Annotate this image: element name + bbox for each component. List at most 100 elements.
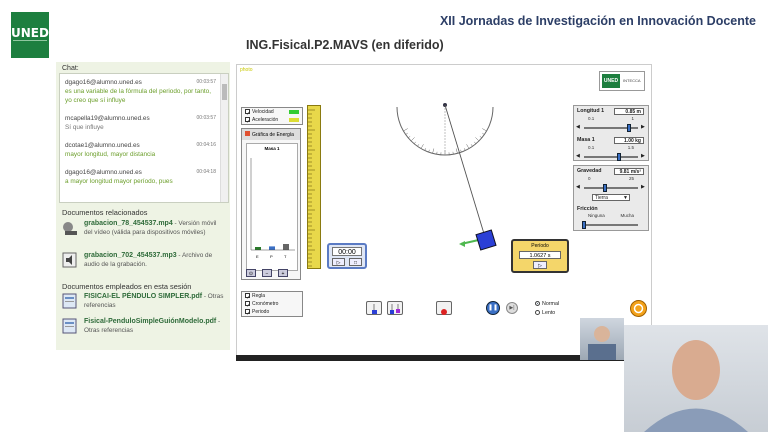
vector-options: ✓Velocidad ✓Aceleración	[241, 107, 303, 125]
step-button[interactable]: ▶|	[506, 302, 518, 314]
velocity-checkbox[interactable]: ✓	[245, 109, 250, 114]
mass-max: 1.5	[628, 145, 634, 150]
length-increase-icon[interactable]: ▶	[641, 124, 646, 131]
speed-slow-option[interactable]: Lento	[535, 310, 555, 316]
energy-graph-panel: Gráfica de Energía Masa 1 EPT ⊙ − +	[241, 128, 301, 280]
gravity-label: Gravedad	[577, 168, 601, 174]
length-slider-knob[interactable]	[627, 124, 631, 132]
session-doc-item[interactable]: FISICAI-EL PÉNDULO SIMPLER.pdf - Otras r…	[62, 293, 226, 310]
audio-file-icon	[62, 252, 78, 268]
period-checkbox[interactable]: ✓	[245, 309, 250, 314]
friction-min: Ninguna	[588, 213, 605, 218]
chat-message: dcotae1@alumno.uned.es00:04:16mayor long…	[60, 137, 228, 164]
mass-slider-knob[interactable]	[617, 153, 621, 161]
session-doc-link[interactable]: Fisical-PenduloSimpleGuiónModelo.pdf	[84, 318, 216, 325]
energy-bar	[269, 246, 275, 250]
velocity-option[interactable]: ✓Velocidad	[242, 108, 302, 116]
mass-value[interactable]: 1.00 kg	[614, 137, 644, 144]
mass-increase-icon[interactable]: ▶	[641, 153, 646, 160]
velocity-arrowhead	[459, 241, 465, 247]
gravity-label-row: Gravedad 9.81 m/s²	[574, 166, 648, 174]
period-timer-start-button[interactable]: ▷	[533, 261, 547, 269]
chat-user: dgago16@alumno.uned.es	[65, 78, 218, 87]
energy-plot: Masa 1 EPT	[246, 143, 298, 271]
energy-plot-title: Masa 1	[247, 146, 297, 151]
single-pendulum-button[interactable]	[366, 301, 382, 315]
ruler-ticks	[308, 106, 322, 270]
left-sidebar: Chat: dgago16@alumno.uned.es00:03:57es u…	[56, 62, 230, 350]
related-doc-link[interactable]: grabacion_702_454537.mp3	[84, 252, 177, 259]
chat-box[interactable]: dgago16@alumno.uned.es00:03:57es una var…	[59, 73, 229, 203]
chat-user: dgago16@alumno.uned.es	[65, 168, 218, 177]
gravity-max: 25	[629, 176, 634, 181]
pendulum-mass[interactable]	[476, 230, 496, 250]
speed-normal-option[interactable]: Normal	[535, 301, 559, 307]
length-decrease-icon[interactable]: ◀	[576, 124, 581, 131]
gravity-value[interactable]: 9.81 m/s²	[614, 168, 644, 175]
zoom-out-button[interactable]: −	[262, 269, 272, 277]
speed-normal-radio[interactable]	[535, 301, 540, 306]
mass-decrease-icon[interactable]: ◀	[576, 153, 581, 160]
period-timer-label: Período	[513, 243, 567, 249]
friction-slider[interactable]	[584, 221, 638, 229]
sim-logo: UNED INTECCA	[599, 71, 645, 91]
gravity-decrease-icon[interactable]: ◀	[576, 184, 581, 191]
energy-bars: EPT	[247, 154, 297, 264]
pdf-file-icon	[62, 293, 78, 309]
double-pendulum-button[interactable]	[387, 301, 403, 315]
length-max: 1	[631, 116, 634, 121]
zoom-reset-button[interactable]: ⊙	[246, 269, 256, 277]
stopwatch-option[interactable]: ✓Cronómetro	[242, 300, 302, 308]
ruler-option[interactable]: ✓Regla	[242, 292, 302, 300]
event-title: XII Jornadas de Investigación en Innovac…	[440, 14, 756, 28]
energy-bar-label: T	[284, 254, 287, 259]
sim-logo-uned: UNED	[602, 74, 620, 88]
ruler-checkbox[interactable]: ✓	[245, 293, 250, 298]
session-doc-link[interactable]: FISICAI-EL PÉNDULO SIMPLER.pdf	[84, 293, 202, 300]
reset-icon	[631, 301, 646, 316]
logo-underline	[13, 40, 47, 50]
gravity-slider[interactable]: ◀▶	[584, 184, 638, 192]
zoom-in-button[interactable]: +	[278, 269, 288, 277]
planet-select[interactable]: Tierra▼	[592, 194, 630, 201]
tool-options: ✓Regla ✓Cronómetro ✓Periodo	[241, 291, 303, 317]
related-doc-link[interactable]: grabacion_78_454537.mp4	[84, 220, 173, 227]
minus-icon[interactable]	[245, 131, 250, 136]
session-doc-item[interactable]: Fisical-PenduloSimpleGuiónModelo.pdf - O…	[62, 318, 226, 335]
gravity-slider-knob[interactable]	[603, 184, 607, 192]
speed-slow-radio[interactable]	[535, 310, 540, 315]
chat-text: Sí que influye	[65, 123, 218, 132]
chat-scrollbar[interactable]	[220, 74, 228, 202]
related-doc-item[interactable]: grabacion_78_454537.mp4 - Versión móvil …	[62, 220, 226, 237]
chat-time: 00:04:16	[197, 141, 216, 150]
energy-graph-header[interactable]: Gráfica de Energía	[242, 129, 300, 140]
pause-button[interactable]: ❚❚	[486, 301, 500, 315]
friction-max: Mucha	[620, 213, 634, 218]
related-doc-item[interactable]: grabacion_702_454537.mp3 - Archivo de au…	[62, 252, 226, 269]
pdf-file-icon	[62, 318, 78, 334]
video-file-icon	[62, 220, 78, 236]
acceleration-checkbox[interactable]: ✓	[245, 117, 250, 122]
friction-slider-knob[interactable]	[582, 221, 586, 229]
stopwatch-start-button[interactable]: ▷	[332, 258, 345, 266]
stopwatch-checkbox[interactable]: ✓	[245, 301, 250, 306]
acceleration-option[interactable]: ✓Aceleración	[242, 116, 302, 124]
pendulum-simulation[interactable]: photo UNED INTECCA ✓Velocidad ✓Aceleraci…	[236, 64, 652, 360]
velocity-arrow-icon	[289, 110, 299, 114]
period-option[interactable]: ✓Periodo	[242, 308, 302, 316]
chat-message: dgago16@alumno.uned.es00:04:18a mayor lo…	[60, 164, 228, 191]
mass-slider[interactable]: ◀▶	[584, 153, 638, 161]
mass-min: 0.1	[588, 145, 594, 150]
ruler[interactable]	[307, 105, 321, 269]
presenter-webcam	[624, 325, 768, 432]
length-slider[interactable]: ◀▶	[584, 124, 638, 132]
presenter-webcam-small	[580, 318, 624, 360]
gravity-increase-icon[interactable]: ▶	[641, 184, 646, 191]
chat-scroll-thumb[interactable]	[222, 84, 227, 100]
friction-label: Fricción	[574, 204, 648, 212]
chat-time: 00:04:18	[197, 168, 216, 177]
reset-button[interactable]	[630, 300, 647, 317]
stopwatch-reset-button[interactable]: □	[349, 258, 362, 266]
length-value[interactable]: 0.85 m	[614, 108, 644, 115]
stop-button[interactable]	[436, 301, 452, 315]
